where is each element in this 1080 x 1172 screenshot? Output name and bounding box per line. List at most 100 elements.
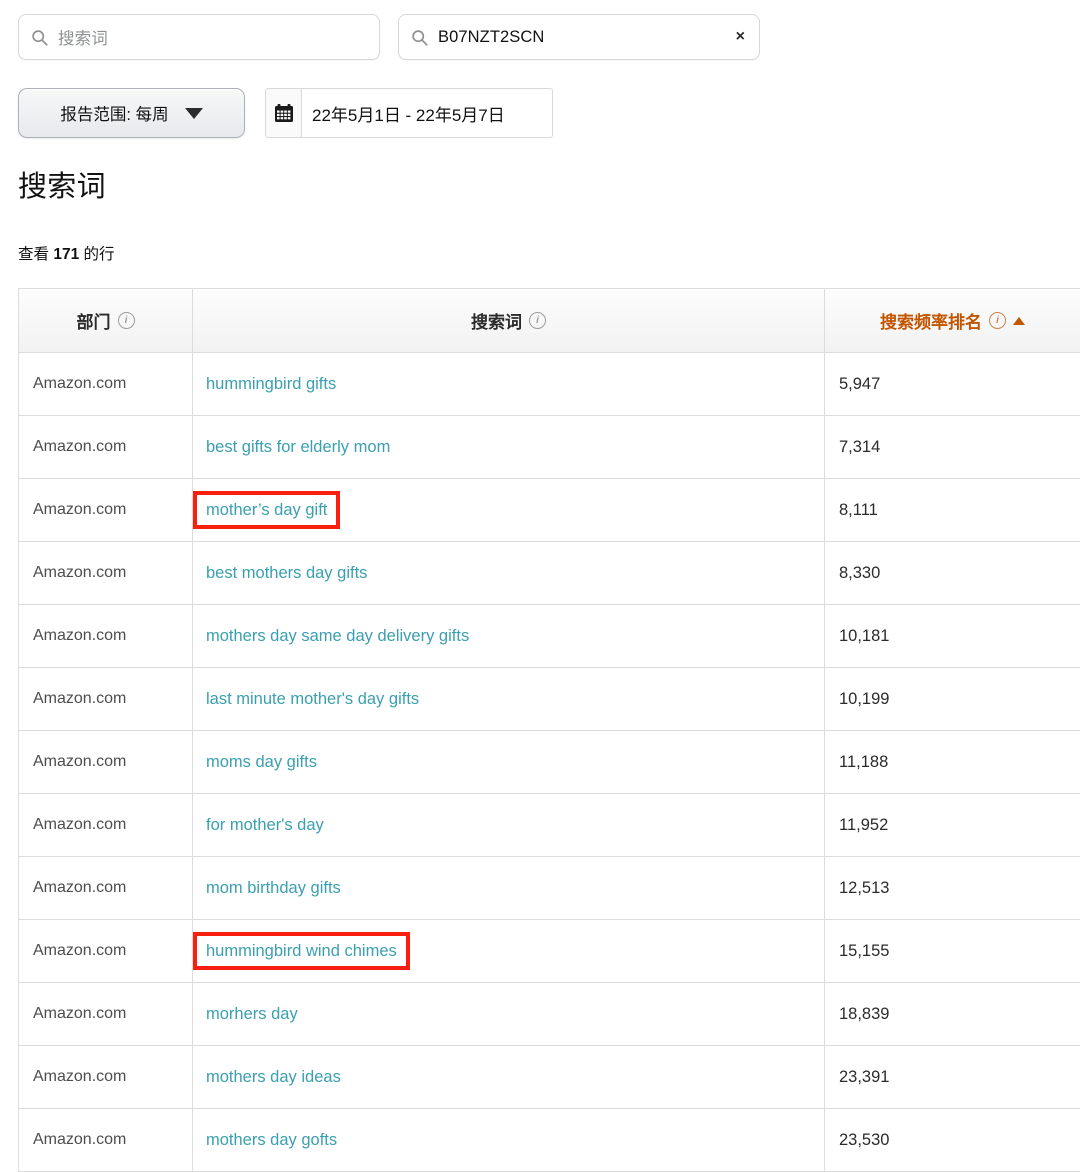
cell-search-term: hummingbird gifts: [193, 353, 825, 416]
page-title: 搜索词: [18, 171, 106, 203]
search-term-link[interactable]: hummingbird gifts: [206, 375, 336, 394]
cell-search-term: mom birthday gifts: [193, 857, 825, 920]
row-count-prefix: 查看: [18, 246, 50, 263]
cell-department: Amazon.com: [19, 731, 193, 794]
cell-department: Amazon.com: [19, 416, 193, 479]
cell-search-frequency-rank: 23,530: [825, 1109, 1080, 1172]
cell-search-frequency-rank: 11,188: [825, 731, 1080, 794]
cell-search-frequency-rank: 8,111: [825, 479, 1080, 542]
table-row: Amazon.com best gifts for elderly mom 7,31…: [19, 416, 1080, 479]
table-row: Amazon.com best mothers day gifts 8,330: [19, 542, 1080, 605]
search-terms-table: 部门 i 搜索词 i 搜索频率排名 i Amazon.com hummingbir…: [18, 288, 1080, 1172]
search-term-link[interactable]: mom birthday gifts: [206, 879, 341, 898]
search-term-link[interactable]: best mothers day gifts: [206, 564, 367, 583]
cell-search-frequency-rank: 15,155: [825, 920, 1080, 983]
cell-search-frequency-rank: 10,199: [825, 668, 1080, 731]
cell-search-frequency-rank: 7,314: [825, 416, 1080, 479]
date-range-picker[interactable]: 22年5月1日 - 22年5月7日: [265, 88, 553, 138]
row-count-suffix: 的行: [83, 246, 115, 263]
search-term-link[interactable]: last minute mother's day gifts: [206, 690, 419, 709]
table-row: Amazon.com mothers day ideas 23,391: [19, 1046, 1080, 1109]
table-row: Amazon.com hummingbird gifts 5,947: [19, 353, 1080, 416]
column-header-department-label: 部门: [76, 313, 111, 332]
cell-department: Amazon.com: [19, 605, 193, 668]
search-icon: [32, 29, 48, 46]
search-term-placeholder: 搜索词: [58, 30, 108, 48]
calendar-button[interactable]: [265, 88, 301, 138]
table-row: Amazon.com moms day gifts 11,188: [19, 731, 1080, 794]
report-range-label: 报告范围: 每周: [60, 106, 169, 124]
clear-icon[interactable]: ×: [736, 29, 745, 45]
search-term-link-highlighted[interactable]: mother’s day gift: [193, 490, 341, 530]
cell-search-frequency-rank: 23,391: [825, 1046, 1080, 1109]
info-icon[interactable]: i: [529, 312, 546, 329]
table-header-row: 部门 i 搜索词 i 搜索频率排名 i: [19, 289, 1080, 353]
search-term-link[interactable]: mothers day ideas: [206, 1068, 341, 1087]
cell-search-term: hummingbird wind chimes: [193, 920, 825, 983]
cell-department: Amazon.com: [19, 1109, 193, 1172]
search-term-link[interactable]: mothers day same day delivery gifts: [206, 627, 469, 646]
report-controls: 报告范围: 每周 22年5月1日 - 22年5月7日: [18, 88, 553, 138]
report-range-dropdown[interactable]: 报告范围: 每周: [18, 88, 245, 138]
cell-search-frequency-rank: 12,513: [825, 857, 1080, 920]
info-icon[interactable]: i: [989, 312, 1006, 329]
row-count-value: 171: [53, 246, 80, 263]
cell-department: Amazon.com: [19, 857, 193, 920]
column-header-search-term-label: 搜索词: [471, 313, 522, 332]
table-row: Amazon.com mothers day same day delivery …: [19, 605, 1080, 668]
table-row: Amazon.com mothers day gofts 23,530: [19, 1109, 1080, 1172]
cell-search-term: morhers day: [193, 983, 825, 1046]
table-row: Amazon.com for mother's day 11,952: [19, 794, 1080, 857]
table-row: Amazon.com last minute mother's day gifts…: [19, 668, 1080, 731]
sort-ascending-icon: [1013, 316, 1025, 325]
cell-department: Amazon.com: [19, 542, 193, 605]
cell-search-term: mother’s day gift: [193, 479, 825, 542]
table-header: 部门 i 搜索词 i 搜索频率排名 i: [19, 289, 1080, 353]
cell-department: Amazon.com: [19, 1046, 193, 1109]
cell-search-frequency-rank: 8,330: [825, 542, 1080, 605]
cell-search-frequency-rank: 10,181: [825, 605, 1080, 668]
search-term-link[interactable]: morhers day: [206, 1005, 298, 1024]
date-range-value[interactable]: 22年5月1日 - 22年5月7日: [301, 88, 553, 138]
table-row: Amazon.com morhers day 18,839: [19, 983, 1080, 1046]
asin-search-input[interactable]: B07NZT2SCN ×: [398, 14, 760, 60]
search-term-link[interactable]: for mother's day: [206, 816, 324, 835]
cell-search-term: for mother's day: [193, 794, 825, 857]
cell-department: Amazon.com: [19, 479, 193, 542]
chevron-down-icon: [184, 107, 203, 119]
table-row: Amazon.com mom birthday gifts 12,513: [19, 857, 1080, 920]
table-row: Amazon.com hummingbird wind chimes 15,155: [19, 920, 1080, 983]
info-icon[interactable]: i: [117, 312, 135, 329]
column-header-search-frequency-rank[interactable]: 搜索频率排名 i: [825, 289, 1080, 353]
search-term-link[interactable]: mothers day gofts: [206, 1131, 337, 1150]
cell-department: Amazon.com: [19, 794, 193, 857]
cell-search-term: last minute mother's day gifts: [193, 668, 825, 731]
cell-search-frequency-rank: 18,839: [825, 983, 1080, 1046]
table-row: Amazon.com mother’s day gift 8,111: [19, 479, 1080, 542]
asin-search-value: B07NZT2SCN: [438, 27, 545, 46]
table-body: Amazon.com hummingbird gifts 5,947 Amazon.c…: [19, 353, 1080, 1172]
search-term-link[interactable]: best gifts for elderly mom: [206, 438, 390, 457]
row-count-label: 查看 171 的行: [18, 242, 115, 264]
cell-department: Amazon.com: [19, 668, 193, 731]
column-header-search-term[interactable]: 搜索词 i: [193, 289, 825, 353]
filter-bar: 搜索词 B07NZT2SCN ×: [18, 14, 760, 60]
search-term-link[interactable]: moms day gifts: [206, 753, 317, 772]
cell-search-term: best mothers day gifts: [193, 542, 825, 605]
cell-department: Amazon.com: [19, 920, 193, 983]
cell-search-frequency-rank: 5,947: [825, 353, 1080, 416]
cell-search-frequency-rank: 11,952: [825, 794, 1080, 857]
search-terms-report-page: 搜索词 B07NZT2SCN × 报告范围: 每周 22年5月1日 - 22年5…: [0, 0, 1080, 1172]
search-icon: [412, 29, 428, 46]
column-header-department[interactable]: 部门 i: [19, 289, 193, 353]
search-term-link-highlighted[interactable]: hummingbird wind chimes: [193, 931, 410, 971]
cell-department: Amazon.com: [19, 983, 193, 1046]
cell-department: Amazon.com: [19, 353, 193, 416]
cell-search-term: mothers day same day delivery gifts: [193, 605, 825, 668]
cell-search-term: moms day gifts: [193, 731, 825, 794]
calendar-icon: [274, 104, 293, 122]
cell-search-term: mothers day ideas: [193, 1046, 825, 1109]
search-term-input[interactable]: 搜索词: [18, 14, 380, 60]
cell-search-term: mothers day gofts: [193, 1109, 825, 1172]
column-header-search-frequency-rank-label: 搜索频率排名: [880, 313, 982, 332]
